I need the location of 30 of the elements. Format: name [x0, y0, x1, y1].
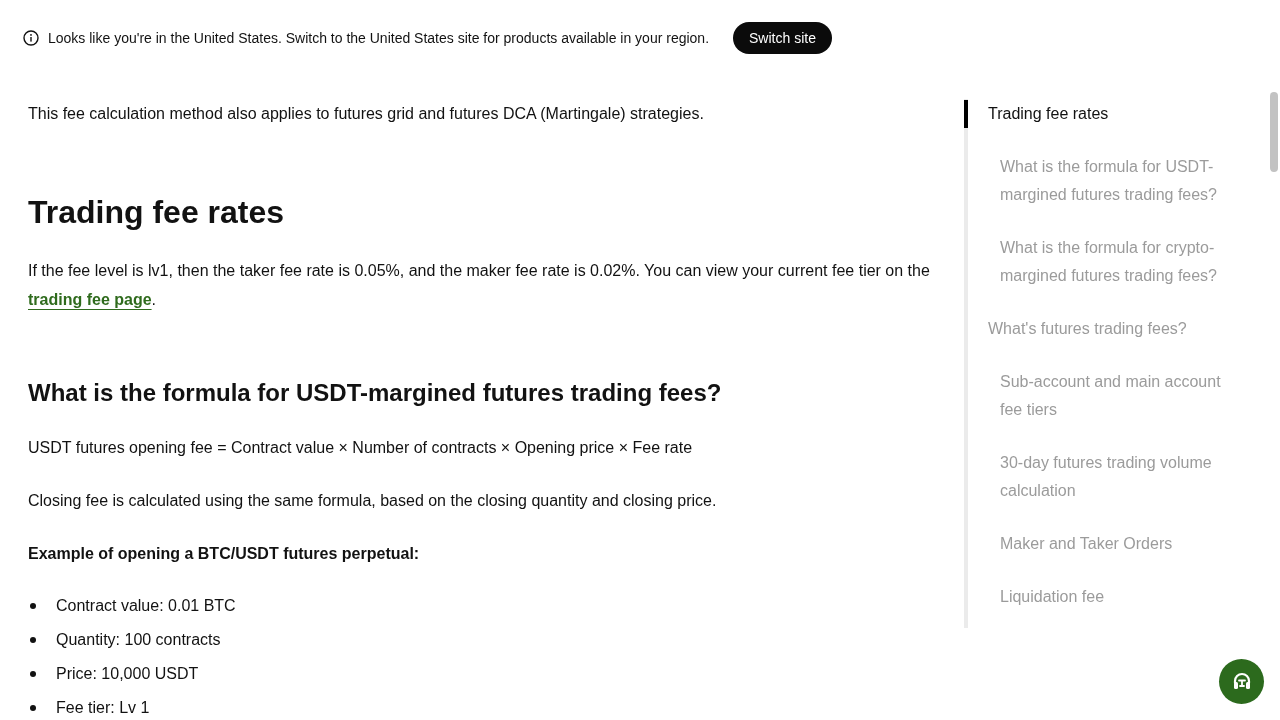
toc-link[interactable]: What is the formula for USDT-margined futures trading fees?: [964, 153, 1232, 209]
section-heading: Trading fee rates: [28, 193, 286, 232]
list-item: Contract value: 0.01 BTC: [56, 596, 236, 616]
list-item: Price: 10,000 USDT: [56, 664, 199, 684]
toc-link[interactable]: What's futures trading fees?: [964, 315, 1232, 343]
region-notice: Looks like you're in the United States. Switch to the United States site for products available in your region.: [48, 29, 710, 46]
list-item: Quantity: 100 contracts: [56, 630, 221, 650]
bullet-icon: [30, 705, 36, 711]
paragraph: Closing fee is calculated using the same formula, based on the closing quantity and closing price.: [28, 491, 718, 511]
support-button[interactable]: [1219, 659, 1264, 704]
toc-link[interactable]: What is the formula for crypto-margined futures trading fees?: [964, 234, 1232, 290]
info-icon: [23, 29, 39, 46]
toc-link[interactable]: Trading fee rates: [964, 100, 1232, 128]
bullet-icon: [30, 603, 36, 609]
headset-icon: [1231, 671, 1252, 692]
example-label: Example of opening a BTC/USDT futures perpetual:: [28, 544, 421, 564]
switch-site-button[interactable]: Switch site: [733, 21, 832, 54]
toc-link[interactable]: Sub-account and main account fee tiers: [964, 368, 1232, 424]
bullet-icon: [30, 671, 36, 677]
scrollbar-thumb[interactable]: [1270, 92, 1278, 172]
paragraph: This fee calculation method also applies to futures grid and futures DCA (Martingale) strategies.: [28, 104, 705, 124]
paragraph: USDT futures opening fee = Contract value × Number of contracts × Opening price × Fee rate: [28, 438, 694, 458]
trading-fee-link[interactable]: trading fee page: [28, 291, 152, 308]
bullet-icon: [30, 637, 36, 643]
toc-link[interactable]: 30-day futures trading volume calculation: [964, 449, 1232, 505]
list-item: Fee tier: Lv 1: [56, 698, 150, 718]
paragraph: If the fee level is lv1, then the taker fee rate is 0.05%, and the maker fee rate is 0.02%. You can view your current fee tier on the trading fee page.: [28, 261, 931, 310]
toc-link[interactable]: Maker and Taker Orders: [964, 530, 1232, 558]
toc-link[interactable]: Liquidation fee: [964, 583, 1232, 611]
subsection-heading: What is the formula for USDT-margined futures trading fees?: [28, 378, 723, 408]
